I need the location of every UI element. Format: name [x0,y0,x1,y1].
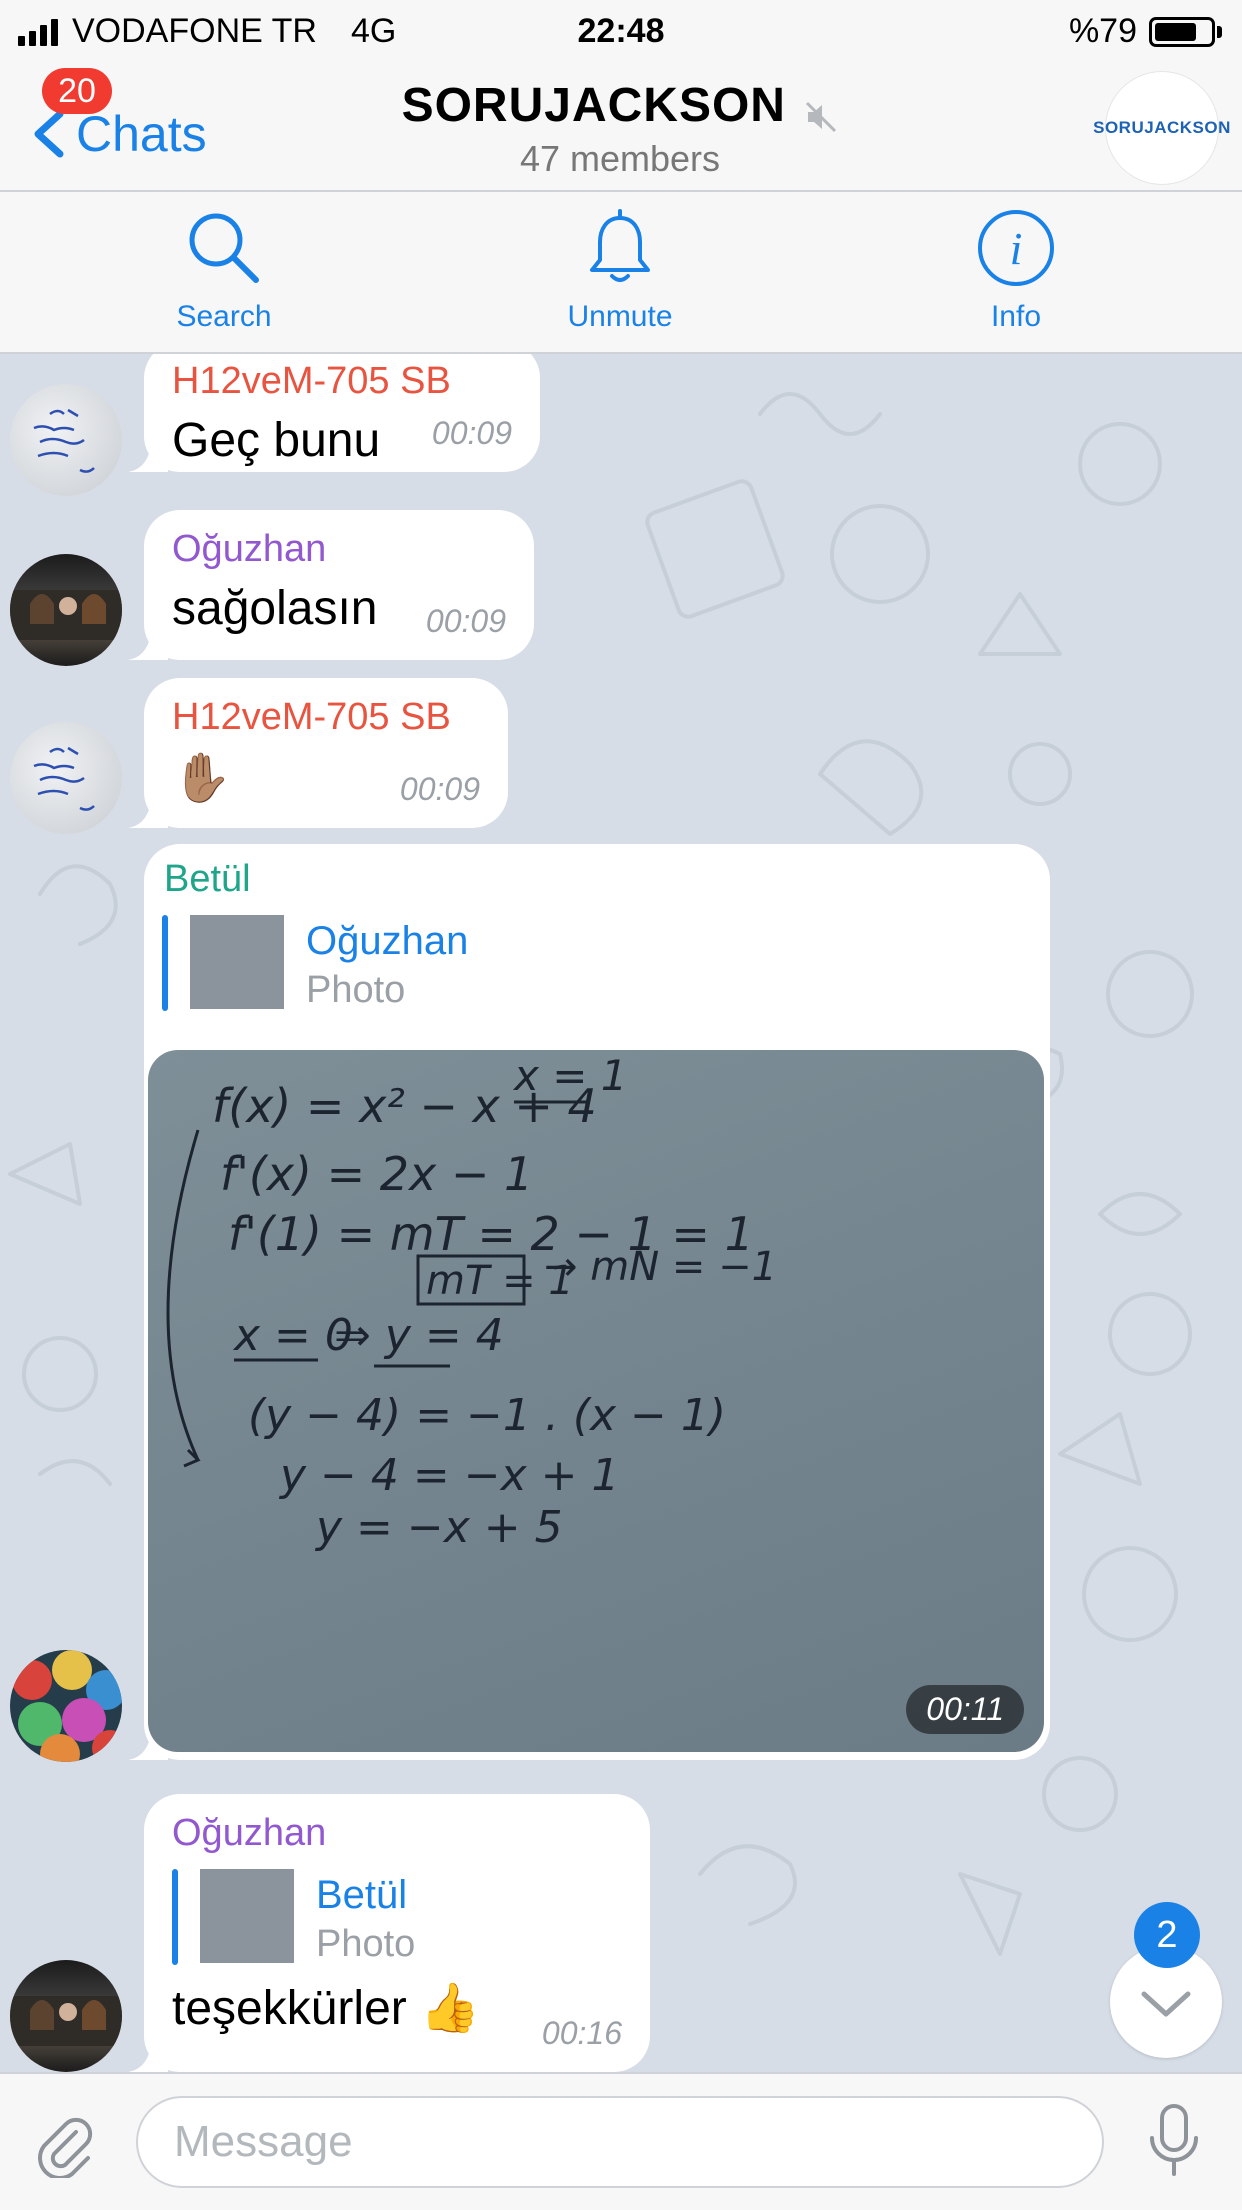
group-logo-text: SORUJACKSON [1093,118,1231,137]
microphone-icon [1150,2104,1198,2176]
message-bubble[interactable]: Oğuzhan sağolasın 00:09 [128,510,534,660]
input-bar [0,2072,1242,2210]
search-icon [189,213,259,283]
photo-line: x = 1 [512,1051,627,1100]
action-bar: Search Unmute i Info [0,192,1242,354]
photo-message-bubble[interactable]: Betül Oğuzhan Photo f(x) = x² − x + 4 x … [128,844,1050,1760]
reply-thumbnail [190,915,284,1009]
battery-percent: %79 [1068,12,1137,50]
message-time: 00:09 [425,603,506,639]
chat-header[interactable]: SORUJACKSON 47 members [300,78,940,180]
reply-preview[interactable]: Oğuzhan Photo [162,915,1032,1011]
math-solution-photo[interactable]: f(x) = x² − x + 4 x = 1 f'(x) = 2x − 1 f… [148,1050,1044,1752]
photo-line: f'(x) = 2x − 1 [220,1147,533,1201]
chevron-left-icon [34,110,64,158]
status-bar: VODAFONE TR 4G 22:48 %79 [0,0,1242,60]
photo-time: 00:11 [906,1685,1024,1734]
message-input[interactable] [136,2096,1104,2188]
new-messages-badge: 2 [1134,1902,1200,1968]
group-avatar[interactable]: SORUJACKSON [1093,72,1230,184]
back-button[interactable]: Chats [30,105,207,163]
sender-name[interactable]: H12veM-705 SB [172,360,512,403]
reply-author: Oğuzhan [306,919,469,963]
reply-author: Betül [316,1873,408,1917]
message-bubble[interactable]: H12veM-705 SB ✋🏽 00:09 [128,678,508,828]
sender-avatar[interactable] [10,554,122,666]
info-label: Info [990,300,1042,333]
info-icon: i [978,210,1054,286]
band-photo-avatar [10,590,122,640]
search-label: Search [176,300,272,333]
sender-avatar[interactable] [10,1960,122,2072]
sender-name[interactable]: H12veM-705 SB [172,696,480,739]
info-button[interactable]: i Info [896,206,1136,334]
handwritten-note-avatar [33,408,95,473]
photo-line: (y − 4) = −1 . (x − 1) [248,1390,726,1441]
attach-button[interactable] [28,2108,98,2183]
reply-preview[interactable]: Betül Photo [172,1869,622,1965]
reply-bar [172,1869,178,1965]
hand-emoji: ✋🏽 [172,752,232,805]
band-photo-avatar [10,1996,122,2046]
battery-icon [1149,16,1222,47]
member-count: 47 members [519,137,721,179]
sender-avatar[interactable] [10,722,122,834]
sender-name[interactable]: Betül [164,858,1032,901]
microphone-button[interactable] [1144,2102,1204,2187]
unmute-button[interactable]: Unmute [500,206,740,334]
message-text: Geç bunu [172,414,381,467]
back-label: Chats [76,106,207,162]
handwritten-note-avatar [33,746,95,811]
paperclip-icon [38,2117,93,2180]
chat-area[interactable]: H12veM-705 SB Geç bunu 00:09 Oğuzhan sağ… [0,354,1242,2072]
sender-name[interactable]: Oğuzhan [172,528,506,571]
muted-speaker-icon [806,101,837,132]
search-button[interactable]: Search [104,206,344,334]
photo-line: y = −x + 5 [314,1502,563,1553]
message-bubble[interactable]: H12veM-705 SB Geç bunu 00:09 [128,354,540,472]
message-bubble[interactable]: Oğuzhan Betül Photo teşekkürler 👍 00:16 [128,1794,650,2072]
sender-name[interactable]: Oğuzhan [172,1812,622,1855]
umbrellas-avatar [12,1650,122,1762]
bell-icon [590,209,650,282]
nav-bar: Chats 20 SORUJACKSON 47 members SORUJACK… [0,60,1242,192]
message-time: 00:09 [431,415,512,451]
reply-type: Photo [316,1923,416,1965]
handwritten-math-image: f(x) = x² − x + 4 x = 1 f'(x) = 2x − 1 f… [166,1051,777,1553]
unread-badge: 20 [42,68,112,114]
chat-title: SORUJACKSON [401,79,786,132]
message-text: sağolasın [172,582,378,635]
photo-line: y − 4 = −x + 1 [278,1450,619,1501]
message-text: teşekkürler 👍 [172,1982,480,2035]
status-right: %79 [1069,12,1222,51]
battery-fill [1155,22,1197,41]
sender-avatar[interactable] [10,1650,122,1762]
reply-type: Photo [306,969,406,1011]
reply-thumbnail [200,1869,294,1963]
reply-bar [162,915,168,1011]
sender-avatar[interactable] [10,384,122,496]
photo-line: → mN = −1 [544,1244,777,1290]
svg-text:i: i [1010,223,1023,274]
message-time: 00:09 [399,771,480,807]
photo-line: ⇒ y = 4 [334,1310,504,1361]
message-time: 00:16 [541,2015,622,2051]
clock: 22:48 [577,12,665,50]
unmute-label: Unmute [567,300,673,333]
